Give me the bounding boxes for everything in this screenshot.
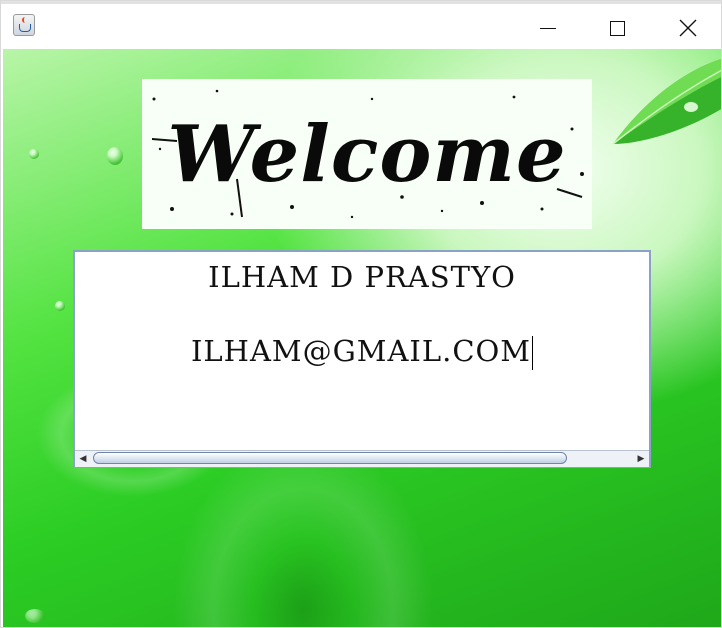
java-cup-icon[interactable] <box>13 14 35 36</box>
maximize-icon <box>610 21 625 36</box>
welcome-text: Welcome <box>167 108 567 200</box>
cup-icon <box>19 24 31 32</box>
welcome-banner: Welcome <box>142 79 592 229</box>
water-drop <box>107 147 123 165</box>
name-text: ILHAM D PRASTYO <box>208 260 516 294</box>
text-area[interactable]: ILHAM D PRASTYO ILHAM@GMAIL.COM ◀ ▶ <box>73 250 651 468</box>
scroll-left-icon[interactable]: ◀ <box>75 451 91 467</box>
leaf-image <box>612 59 721 145</box>
title-bar[interactable] <box>1 1 721 49</box>
water-drop <box>29 149 39 159</box>
email-text: ILHAM@GMAIL.COM <box>190 334 532 368</box>
maximize-button[interactable] <box>581 7 651 47</box>
scrollbar-thumb[interactable] <box>93 452 567 464</box>
app-window: Welcome ILHAM D PRASTYO ILHAM@GMAIL.COM … <box>0 0 722 628</box>
water-drop <box>55 301 65 311</box>
email-text-line: ILHAM@GMAIL.COM <box>75 334 649 370</box>
steam-icon <box>22 17 28 23</box>
close-icon <box>679 19 697 37</box>
minimize-icon <box>540 28 556 29</box>
horizontal-scrollbar[interactable]: ◀ ▶ <box>75 450 649 467</box>
minimize-button[interactable] <box>511 7 581 47</box>
water-drop <box>25 609 45 623</box>
scroll-right-icon[interactable]: ▶ <box>633 451 649 467</box>
close-button[interactable] <box>651 7 721 47</box>
text-caret <box>532 336 534 370</box>
